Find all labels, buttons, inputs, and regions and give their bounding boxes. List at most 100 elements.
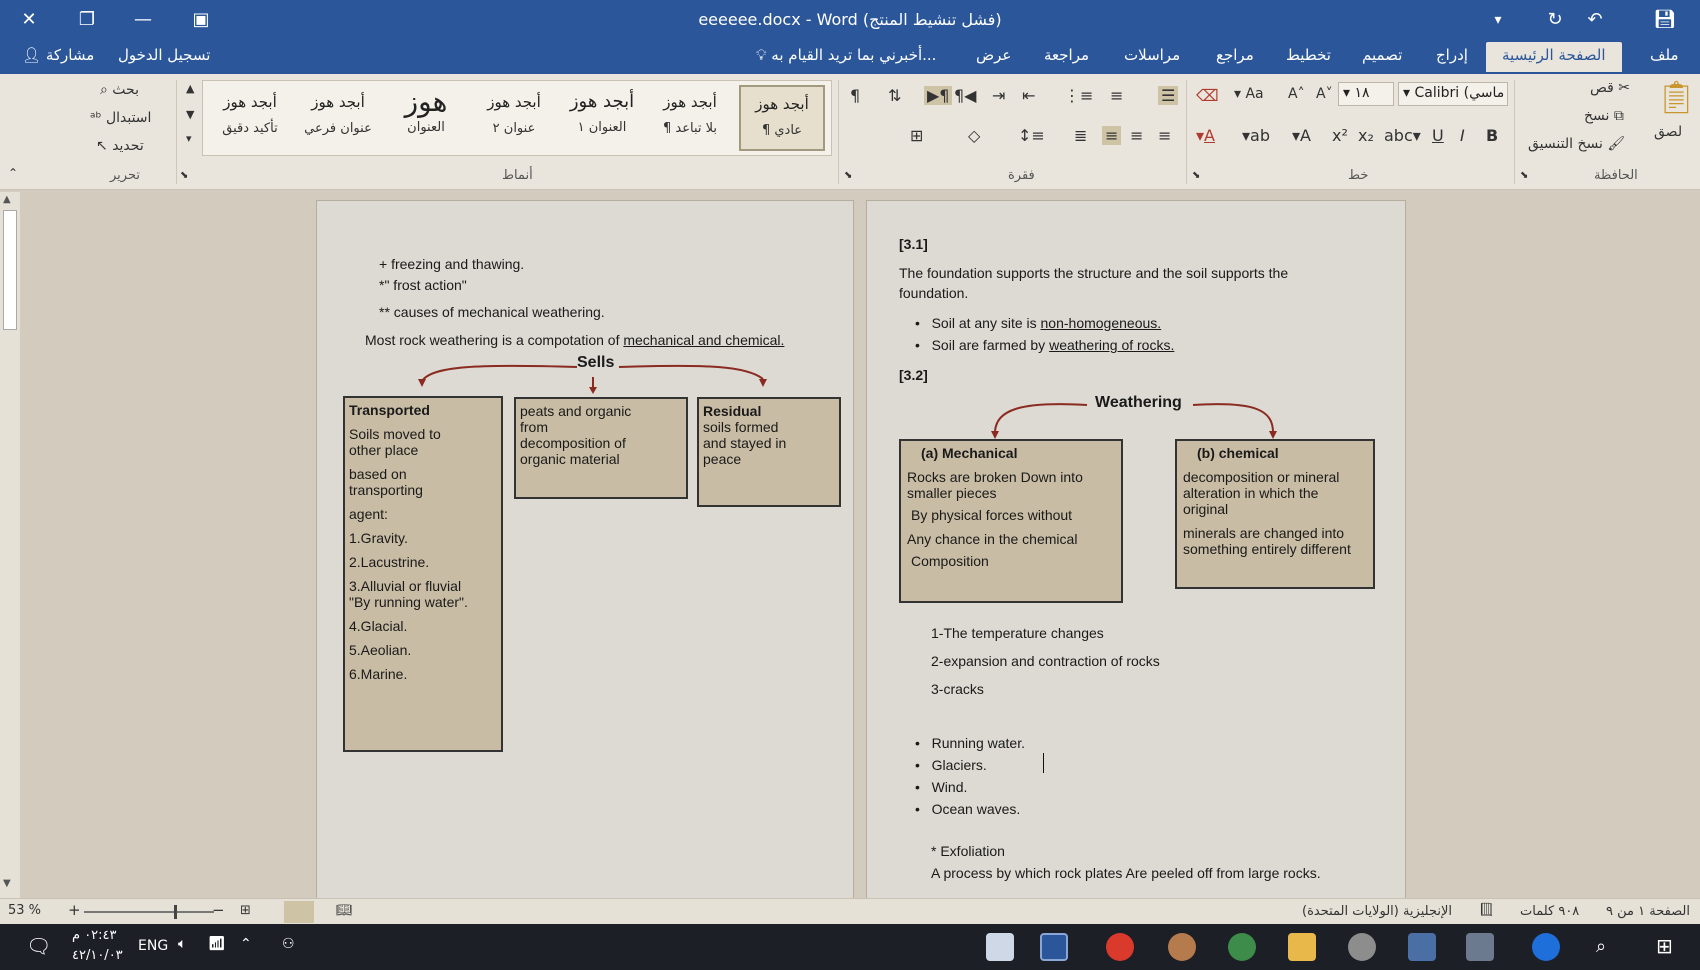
mail-app-icon[interactable] [1466, 933, 1494, 961]
gallery-up-icon[interactable]: ▲ [186, 82, 194, 95]
style-no-spacing[interactable]: أبجد هوز ¶ بلا تباعد [647, 85, 733, 151]
increase-indent-icon[interactable]: ⇥ [992, 86, 1005, 105]
replace-button[interactable]: ᵃᵇ استبدال [90, 110, 151, 126]
scroll-down-icon[interactable]: ▼ [3, 878, 11, 889]
zoom-in-icon[interactable]: + [68, 901, 81, 919]
restore-icon[interactable]: ❐ [72, 6, 102, 34]
ribbon-display-icon[interactable]: ▣ [186, 6, 216, 34]
settings-icon[interactable] [1348, 933, 1376, 961]
customize-qat-icon[interactable]: ▾ [1486, 6, 1510, 34]
shading-icon[interactable]: ⊞ [910, 126, 923, 145]
select-button[interactable]: ↖ تحديد [96, 138, 144, 154]
text-effects-icon[interactable]: ▾A [1292, 126, 1311, 145]
ltr-direction-icon[interactable]: ¶◀ [954, 86, 976, 105]
bold-icon[interactable]: B [1486, 126, 1498, 145]
tab-mailings[interactable]: مراسلات [1124, 46, 1180, 64]
style-title[interactable]: هوز العنوان [383, 85, 469, 151]
pilcrow-icon[interactable]: ¶ [850, 86, 860, 105]
clipboard-launcher-icon[interactable]: ⬊ [1520, 170, 1528, 181]
paste-button[interactable]: لصق [1654, 124, 1682, 140]
style-subtitle[interactable]: أبجد هوز عنوان فرعي [295, 85, 381, 151]
signin-link[interactable]: تسجيل الدخول [118, 46, 210, 64]
file-explorer-icon[interactable] [1288, 933, 1316, 961]
volume-icon[interactable]: 🔈︎ [178, 936, 186, 952]
italic-icon[interactable]: I [1460, 126, 1465, 145]
zoom-level[interactable]: 53 % [8, 903, 41, 918]
start-button-icon[interactable]: ⊞ [1656, 934, 1673, 958]
styles-launcher-icon[interactable]: ⬊ [180, 170, 188, 181]
fill-icon[interactable]: ◇ [968, 126, 980, 145]
strikethrough-icon[interactable]: abc▾ [1384, 126, 1421, 145]
tab-insert[interactable]: إدراج [1436, 46, 1468, 64]
rtl-direction-icon[interactable]: ▶¶ [924, 86, 953, 105]
numbered-list-icon[interactable]: ≡ [1110, 86, 1123, 105]
style-heading2[interactable]: أبجد هوز عنوان ٢ [471, 85, 557, 151]
tab-home[interactable]: الصفحة الرئيسية [1486, 42, 1622, 72]
zoom-slider[interactable] [84, 911, 214, 913]
clock-time[interactable]: ٠٢:٤٣ م [72, 928, 117, 943]
zoom-out-icon[interactable]: − [212, 901, 225, 919]
vertical-scrollbar[interactable]: ▲ ▼ [0, 192, 20, 898]
word-app-icon[interactable] [1040, 933, 1068, 961]
word-count[interactable]: ٩٠٨ كلمات [1520, 904, 1579, 919]
subscript-icon[interactable]: x₂ [1358, 126, 1374, 145]
find-button[interactable]: ⌕ بحث [100, 82, 139, 98]
read-mode-icon[interactable]: 📖︎ [336, 903, 353, 918]
close-icon[interactable]: ✕ [14, 6, 44, 34]
notifications-icon[interactable]: 🗨︎ [26, 934, 51, 958]
align-right-icon[interactable]: ≡ [1102, 126, 1122, 145]
language-status[interactable]: الإنجليزية (الولايات المتحدة) [1302, 904, 1452, 919]
font-color-icon[interactable]: ▾A [1196, 126, 1215, 145]
decrease-indent-icon[interactable]: ⇤ [1022, 86, 1035, 105]
font-launcher-icon[interactable]: ⬊ [1192, 170, 1200, 181]
proofing-icon[interactable]: 📕︎ [1478, 903, 1495, 918]
tab-review[interactable]: مراجعة [1044, 46, 1089, 64]
print-layout-icon[interactable] [284, 901, 314, 923]
tab-design[interactable]: تصميم [1362, 46, 1402, 64]
paragraph-launcher-icon[interactable]: ⬊ [844, 170, 852, 181]
sort-icon[interactable]: ⇅ [888, 86, 901, 105]
clear-formatting-icon[interactable]: ⌫ [1196, 86, 1219, 105]
tab-layout[interactable]: تخطيط [1286, 46, 1331, 64]
superscript-icon[interactable]: x² [1332, 126, 1348, 145]
page-count[interactable]: الصفحة ١ من ٩ [1606, 904, 1690, 919]
shrink-font-icon[interactable]: A˅ [1316, 86, 1333, 102]
align-left-icon[interactable]: ≡ [1158, 126, 1171, 145]
gallery-down-icon[interactable]: ▼ [186, 108, 194, 121]
clock-date[interactable]: ٤٢/١٠/٠٣ [72, 948, 123, 963]
scroll-up-icon[interactable]: ▲ [3, 194, 11, 205]
chrome-app-icon[interactable] [1106, 933, 1134, 961]
multilevel-list-icon[interactable]: ⋮≡ [1064, 86, 1093, 105]
highlight-icon[interactable]: ▾ab [1242, 126, 1270, 145]
globe-app-icon[interactable] [1228, 933, 1256, 961]
justify-icon[interactable]: ≣ [1074, 126, 1087, 145]
underline-icon[interactable]: U [1432, 126, 1444, 145]
network-icon[interactable]: 📶︎ [208, 936, 226, 952]
minimize-icon[interactable]: — [128, 6, 158, 34]
collapse-ribbon-icon[interactable]: ⌃ [8, 166, 18, 180]
bullets-icon[interactable]: ☰ [1158, 86, 1179, 105]
tab-file[interactable]: ملف [1650, 46, 1679, 64]
web-layout-icon[interactable]: ⊞ [240, 903, 251, 918]
search-icon[interactable]: ⌕ [1596, 936, 1606, 957]
style-normal[interactable]: أبجد هوز ¶ عادي [739, 85, 825, 151]
tab-references[interactable]: مراجع [1216, 46, 1254, 64]
input-language[interactable]: ENG [138, 938, 168, 954]
format-painter-button[interactable]: نسخ التنسيق 🖌︎ [1528, 136, 1625, 152]
copy-button[interactable]: نسخ ⧉ [1584, 108, 1624, 124]
undo-icon[interactable]: ↶ [1580, 6, 1610, 34]
redo-icon[interactable]: ↻ [1540, 6, 1570, 34]
tellme-search[interactable]: 💡︎ أخبرني بما تريد القيام به... [756, 46, 936, 64]
style-subtle-emphasis[interactable]: أبجد هوز تأكيد دقيق [207, 85, 293, 151]
style-heading1[interactable]: أبجد هوز العنوان ١ [559, 85, 645, 151]
cut-button[interactable]: قص ✂ [1590, 80, 1630, 96]
scrollbar-thumb[interactable] [3, 210, 17, 330]
store-icon[interactable] [1408, 933, 1436, 961]
tab-view[interactable]: عرض [976, 46, 1011, 64]
align-center-icon[interactable]: ≡ [1130, 126, 1143, 145]
file-app-icon[interactable] [986, 933, 1014, 961]
line-spacing-icon[interactable]: ↕≡ [1018, 126, 1045, 145]
font-name-box[interactable]: ▾ Calibri (ماسي [1398, 82, 1508, 106]
paint-app-icon[interactable] [1168, 933, 1196, 961]
edge-browser-icon[interactable] [1532, 933, 1560, 961]
